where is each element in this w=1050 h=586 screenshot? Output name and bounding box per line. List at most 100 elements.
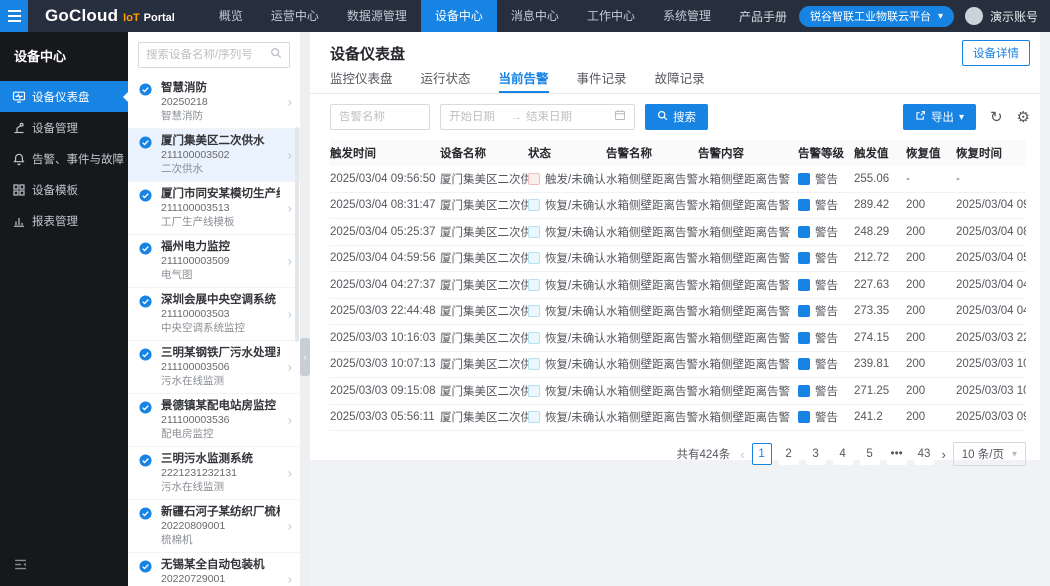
page-number-button[interactable]: ••• xyxy=(887,443,907,465)
export-button[interactable]: 导出 xyxy=(903,104,976,130)
cell-recover-value: 200 xyxy=(906,279,956,291)
page-number-button[interactable]: 5 xyxy=(860,443,880,465)
tab[interactable]: 故障记录 xyxy=(655,68,705,93)
page-number-button[interactable]: 3 xyxy=(806,443,826,465)
top-nav-item[interactable]: 运营中心 xyxy=(257,0,333,32)
sidebar-collapse-button[interactable] xyxy=(13,557,28,577)
device-template: 中央空调系统监控 xyxy=(161,322,280,335)
cell-recover-value: 200 xyxy=(906,385,956,397)
table-row: 2025/03/03 22:44:48 厦门集美区二次供水 恢复/未确认 水箱侧… xyxy=(330,299,1026,326)
cell-alarm-level: 警告 xyxy=(798,303,854,319)
page-number-button[interactable]: 4 xyxy=(833,443,853,465)
product-manual-link[interactable]: 产品手册 xyxy=(739,8,787,25)
status-tag-icon xyxy=(528,199,540,211)
user-avatar[interactable] xyxy=(965,7,983,25)
cell-device-name: 厦门集美区二次供水 xyxy=(440,224,528,240)
cell-recover-time: 2025/03/03 22 xyxy=(956,332,1026,344)
search-button[interactable]: 搜索 xyxy=(645,104,708,130)
hamburger-menu-icon[interactable] xyxy=(0,0,28,32)
chevron-right-icon xyxy=(288,95,292,110)
brand-portal: Portal xyxy=(144,12,175,24)
top-nav-item[interactable]: 概览 xyxy=(205,0,257,32)
cell-status: 恢复/未确认 xyxy=(528,303,606,319)
device-list-scrollbar[interactable] xyxy=(295,127,299,342)
panel-collapse-handle[interactable] xyxy=(300,338,310,376)
end-date-input[interactable] xyxy=(526,111,584,123)
cell-device-name: 厦门集美区二次供水 xyxy=(440,197,528,213)
device-detail-button[interactable]: 设备详情 xyxy=(962,40,1030,66)
top-nav-item[interactable]: 系统管理 xyxy=(649,0,725,32)
device-list-item[interactable]: 新疆石河子某纺织厂梳棉机 20220809001 梳棉机 xyxy=(128,500,300,553)
sidebar-item-device-manage[interactable]: 设备管理 xyxy=(0,112,128,143)
tenant-selector[interactable]: 锐谷智联工业物联云平台 xyxy=(799,6,954,27)
device-list-item[interactable]: 厦门市同安某模切生产线 211100003513 工厂生产线模板 xyxy=(128,182,300,235)
top-nav-item[interactable]: 数据源管理 xyxy=(333,0,421,32)
col-header: 状态 xyxy=(528,145,606,161)
cell-trigger-value: 227.63 xyxy=(854,279,906,291)
cell-recover-value: 200 xyxy=(906,332,956,344)
alarm-name-input[interactable] xyxy=(339,111,421,123)
next-page-icon[interactable] xyxy=(941,447,945,462)
top-nav-item[interactable]: 设备中心 xyxy=(421,0,497,32)
sidebar-item-device-dashboard[interactable]: 设备仪表盘 xyxy=(0,81,128,112)
prev-page-icon[interactable] xyxy=(740,447,744,462)
device-name: 厦门市同安某模切生产线 xyxy=(161,187,280,201)
device-list-item[interactable]: 深圳会展中央空调系统 211100003503 中央空调系统监控 xyxy=(128,288,300,341)
sidebar-item-device-template[interactable]: 设备模板 xyxy=(0,174,128,205)
status-text: 触发/未确认 xyxy=(545,171,606,187)
page-number-button[interactable]: 2 xyxy=(779,443,799,465)
cell-recover-time: 2025/03/03 09 xyxy=(956,411,1026,423)
cell-status: 恢复/未确认 xyxy=(528,250,606,266)
settings-gear-icon[interactable] xyxy=(1017,110,1030,125)
page-number-button[interactable]: 1 xyxy=(752,443,772,465)
warning-level-icon xyxy=(798,305,810,317)
device-search-input[interactable] xyxy=(146,49,266,61)
page-size-select[interactable]: 10 条/页 xyxy=(953,442,1026,466)
pagination: 共有424条 1 2 3 4 5 ••• xyxy=(330,442,1026,466)
status-tag-icon xyxy=(528,332,540,344)
sidebar-item-report-manage[interactable]: 报表管理 xyxy=(0,205,128,236)
device-list-item[interactable]: 无锡某全自动包装机 20220729001 全自动包装机 xyxy=(128,553,300,586)
tab[interactable]: 监控仪表盘 xyxy=(330,68,393,93)
sidebar-item-alarms-events[interactable]: 告警、事件与故障 xyxy=(0,143,128,174)
cell-recover-time: 2025/03/04 04 xyxy=(956,305,1026,317)
cell-alarm-content: 水箱侧壁距离告警 xyxy=(698,383,798,399)
cell-alarm-content: 水箱侧壁距离告警 xyxy=(698,197,798,213)
refresh-icon[interactable] xyxy=(990,110,1003,125)
page-number-button[interactable]: 43 xyxy=(914,443,935,465)
online-check-icon xyxy=(139,507,152,525)
cell-alarm-name: 水箱侧壁距离告警 xyxy=(606,197,698,213)
device-serial: 211100003509 xyxy=(161,255,280,268)
account-name[interactable]: 演示账号 xyxy=(990,8,1038,25)
calendar-icon[interactable] xyxy=(614,108,626,126)
cell-status: 恢复/未确认 xyxy=(528,383,606,399)
cell-trigger-value: 241.2 xyxy=(854,411,906,423)
cell-alarm-level: 警告 xyxy=(798,409,854,425)
warning-level-icon xyxy=(798,332,810,344)
online-check-icon xyxy=(139,454,152,472)
top-nav-item[interactable]: 工作中心 xyxy=(573,0,649,32)
table-header-row: 触发时间 设备名称 状态 告警名称 告警内容 告警等级 触发值 恢复值 恢复时间 xyxy=(330,140,1026,166)
device-list-item[interactable]: 三明污水监测系统 2221231232131 污水在线监测 xyxy=(128,447,300,500)
navbar-right: 产品手册 锐谷智联工业物联云平台 演示账号 xyxy=(739,6,1050,27)
top-nav-item[interactable]: 消息中心 xyxy=(497,0,573,32)
tab[interactable]: 事件记录 xyxy=(577,68,627,93)
device-list-item[interactable]: 厦门集美区二次供水 211100003502 二次供水 xyxy=(128,129,300,182)
device-list-item[interactable]: 智慧消防 20250218 智慧消防 xyxy=(128,76,300,129)
device-name: 无锡某全自动包装机 xyxy=(161,558,280,572)
device-list-item[interactable]: 景德镇某配电站房监控 211100003536 配电房监控 xyxy=(128,394,300,447)
level-text: 警告 xyxy=(815,171,838,187)
cell-alarm-level: 警告 xyxy=(798,197,854,213)
start-date-input[interactable] xyxy=(449,111,507,123)
device-list-item[interactable]: 三明某钢铁厂污水处理系统 211100003506 污水在线监测 xyxy=(128,341,300,394)
device-list-item[interactable]: 福州电力监控 211100003509 电气图 xyxy=(128,235,300,288)
tab[interactable]: 运行状态 xyxy=(421,68,471,93)
cell-status: 恢复/未确认 xyxy=(528,197,606,213)
tab[interactable]: 当前告警 xyxy=(499,68,549,93)
table-row: 2025/03/03 10:07:13 厦门集美区二次供水 恢复/未确认 水箱侧… xyxy=(330,352,1026,379)
search-icon[interactable] xyxy=(270,46,282,64)
chevron-right-icon xyxy=(288,466,292,481)
status-text: 恢复/未确认 xyxy=(545,197,606,213)
cell-alarm-content: 水箱侧壁距离告警 xyxy=(698,277,798,293)
chevron-right-icon xyxy=(288,360,292,375)
